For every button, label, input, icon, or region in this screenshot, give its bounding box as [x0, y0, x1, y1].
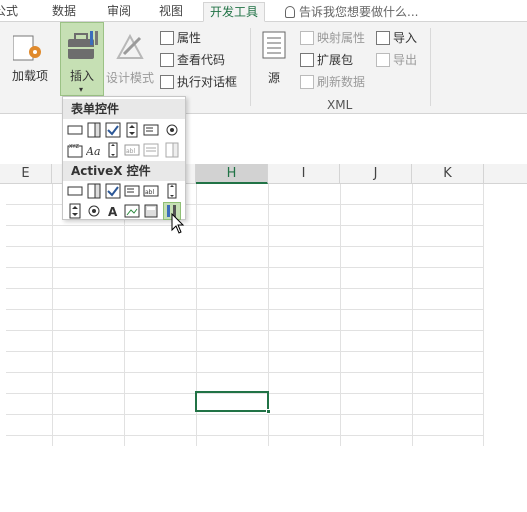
import-button[interactable]: 导入: [376, 28, 417, 48]
svg-text:Aa: Aa: [86, 145, 101, 158]
tab-review[interactable]: 审阅: [101, 2, 137, 22]
spin-button-control-icon[interactable]: [124, 122, 140, 138]
tab-formulas[interactable]: 公式: [0, 2, 24, 22]
activex-image-icon[interactable]: [124, 203, 140, 219]
activex-checkbox-icon[interactable]: [105, 183, 121, 199]
activex-spin-button-icon[interactable]: [67, 203, 83, 219]
properties-button[interactable]: 属性: [160, 28, 201, 48]
addins-label: 加载项: [11, 69, 48, 83]
tab-data[interactable]: 数据: [46, 2, 82, 22]
toolbox-icon: [68, 31, 98, 59]
export-label: 导出: [393, 53, 418, 67]
column-header[interactable]: I: [268, 164, 340, 184]
svg-text:abl: abl: [145, 189, 154, 196]
insert-controls-dropdown: 表单控件 XYZ Aa abl ActiveX 控件 abl A: [62, 96, 186, 220]
run-dialog-label: 执行对话框: [177, 75, 238, 89]
addins-icon: [12, 35, 41, 61]
scroll-bar-control-icon[interactable]: [105, 142, 121, 158]
refresh-data-label: 刷新数据: [317, 75, 366, 89]
insert-label: 插入: [69, 69, 94, 83]
svg-text:abl: abl: [126, 148, 135, 155]
source-label: 源: [267, 71, 280, 85]
label-control-icon[interactable]: Aa: [86, 142, 102, 158]
map-properties-button[interactable]: 映射属性: [300, 28, 365, 48]
import-icon: [376, 31, 390, 45]
combo-box-control-icon[interactable]: [86, 122, 102, 138]
column-header[interactable]: K: [412, 164, 484, 184]
selected-cell[interactable]: [195, 391, 271, 414]
design-mode-button[interactable]: 设计模式: [104, 30, 156, 86]
svg-text:A: A: [108, 205, 118, 219]
xml-group-label: XML: [327, 98, 353, 112]
view-code-button[interactable]: 查看代码: [160, 50, 225, 70]
column-header[interactable]: J: [340, 164, 412, 184]
chevron-down-icon: ▾: [79, 85, 84, 94]
tell-me-box[interactable]: 告诉我您想要做什么...: [285, 3, 418, 20]
addins-button[interactable]: 加载项: [4, 30, 52, 84]
text-field-control-icon[interactable]: abl: [124, 142, 140, 158]
map-properties-label: 映射属性: [317, 31, 366, 45]
activex-controls-header: ActiveX 控件: [63, 161, 185, 181]
checkbox-control-icon[interactable]: [105, 122, 121, 138]
button-control-icon[interactable]: [67, 122, 83, 138]
refresh-data-button[interactable]: 刷新数据: [300, 72, 365, 92]
refresh-data-icon: [300, 75, 314, 89]
expansion-packs-button[interactable]: 扩展包: [300, 50, 353, 70]
activex-text-box-icon[interactable]: abl: [143, 183, 159, 199]
map-properties-icon: [300, 31, 314, 45]
activex-toggle-button-icon[interactable]: [143, 203, 159, 219]
activex-option-button-icon[interactable]: [86, 203, 102, 219]
column-header-selected[interactable]: H: [196, 164, 268, 184]
import-label: 导入: [393, 31, 418, 45]
run-dialog-icon: [160, 75, 174, 89]
tell-me-text: 告诉我您想要做什么...: [299, 5, 419, 19]
xml-source-icon: [262, 31, 286, 59]
expansion-packs-label: 扩展包: [317, 53, 354, 67]
activex-label-icon[interactable]: A: [105, 203, 121, 219]
group-box-control-icon[interactable]: XYZ: [67, 142, 83, 158]
export-button[interactable]: 导出: [376, 50, 417, 70]
view-code-label: 查看代码: [177, 53, 226, 67]
combo-list-edit-control-icon[interactable]: [143, 142, 159, 158]
mouse-cursor-icon: [171, 213, 185, 234]
activex-scroll-bar-icon[interactable]: [164, 183, 180, 199]
tab-view[interactable]: 视图: [153, 2, 189, 22]
expansion-packs-icon: [300, 53, 314, 67]
design-mode-icon: [116, 33, 144, 59]
export-icon: [376, 53, 390, 67]
svg-text:XYZ: XYZ: [69, 144, 79, 150]
activex-combo-box-icon[interactable]: [86, 183, 102, 199]
fill-handle[interactable]: [266, 409, 271, 414]
source-button[interactable]: 源: [256, 30, 292, 86]
properties-label: 属性: [177, 31, 202, 45]
lightbulb-icon: [285, 6, 295, 18]
run-dialog-button[interactable]: 执行对话框: [160, 72, 237, 92]
properties-icon: [160, 31, 174, 45]
insert-control-button[interactable]: 插入 ▾: [60, 22, 104, 96]
tab-developer[interactable]: 开发工具: [203, 2, 266, 22]
activex-list-box-icon[interactable]: [124, 183, 140, 199]
group-separator: [250, 28, 251, 106]
design-mode-label: 设计模式: [105, 71, 154, 85]
command-button-control-icon[interactable]: [67, 183, 83, 199]
ribbon-tabs: 公式 数据 审阅 视图 开发工具 告诉我您想要做什么...: [0, 0, 527, 22]
group-separator: [430, 28, 431, 106]
option-button-control-icon[interactable]: [164, 122, 180, 138]
view-code-icon: [160, 53, 174, 67]
form-controls-header: 表单控件: [63, 99, 185, 119]
list-box-control-icon[interactable]: [143, 122, 159, 138]
column-header[interactable]: E: [0, 164, 52, 184]
combo-dropdown-edit-control-icon[interactable]: [164, 142, 180, 158]
